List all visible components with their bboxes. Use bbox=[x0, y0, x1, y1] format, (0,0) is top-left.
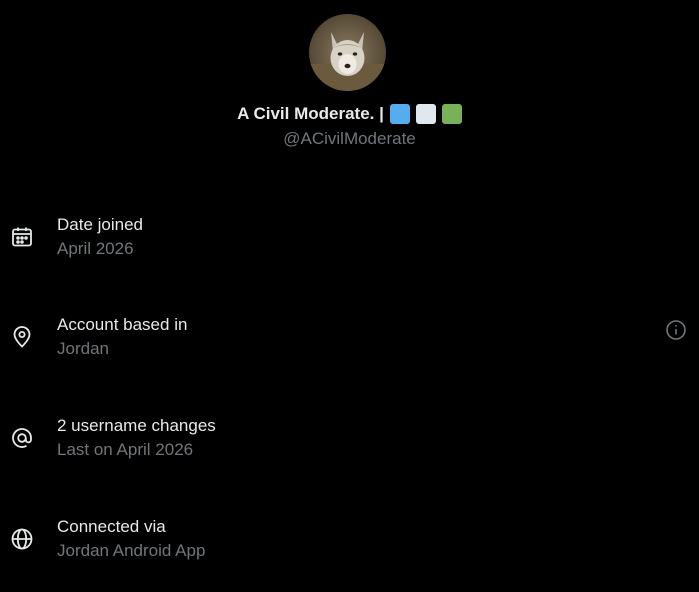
flag-square-white bbox=[415, 104, 436, 124]
location-pin-icon bbox=[10, 325, 34, 349]
flag-square-green bbox=[441, 104, 462, 124]
profile-handle: @ACivilModerate bbox=[283, 129, 416, 148]
detail-row-username-changes: 2 username changes Last on April 2026 bbox=[0, 416, 699, 466]
profile-avatar[interactable] bbox=[309, 14, 386, 91]
calendar-icon bbox=[10, 225, 34, 249]
detail-row-connected-via: Connected via Jordan Android App bbox=[0, 517, 699, 567]
display-name-row: A Civil Moderate. | bbox=[0, 103, 699, 125]
detail-row-account-based-in: Account based in Jordan bbox=[0, 315, 699, 365]
at-sign-icon bbox=[10, 426, 34, 450]
detail-value: Jordan Android App bbox=[57, 541, 206, 560]
globe-icon bbox=[10, 527, 34, 551]
info-icon[interactable] bbox=[665, 319, 687, 341]
detail-value: Last on April 2026 bbox=[57, 440, 194, 459]
wolf-avatar-icon bbox=[309, 14, 386, 91]
display-name: A Civil Moderate. | bbox=[237, 104, 384, 123]
flag-square-blue bbox=[389, 104, 410, 124]
detail-title: Date joined bbox=[57, 215, 144, 234]
detail-value: April 2026 bbox=[57, 239, 134, 258]
detail-row-date-joined: Date joined April 2026 bbox=[0, 215, 699, 265]
detail-title: 2 username changes bbox=[57, 416, 216, 435]
detail-value: Jordan bbox=[57, 339, 109, 358]
detail-title: Account based in bbox=[57, 315, 188, 334]
detail-title: Connected via bbox=[57, 517, 166, 536]
